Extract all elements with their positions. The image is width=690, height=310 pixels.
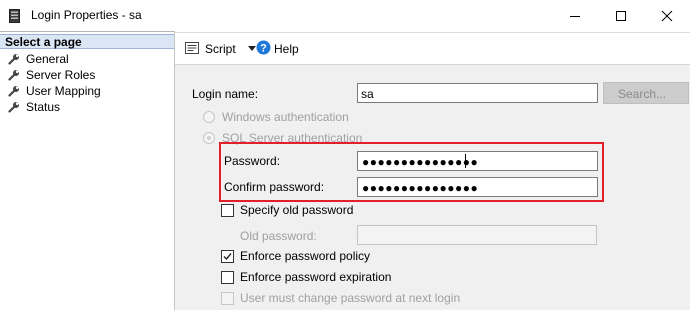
page-selector-sidebar: Select a page General Server Roles User … [0,31,174,310]
wrench-icon [8,102,19,113]
sql-auth-radio[interactable] [203,132,215,144]
windows-auth-label: Windows authentication [222,110,349,124]
help-button[interactable]: ? Help [256,40,300,58]
script-label: Script [205,42,236,56]
specify-old-password-label: Specify old password [240,203,354,217]
confirm-password-label: Confirm password: [224,180,325,194]
login-name-value: sa [361,87,374,101]
sidebar-item-label: General [26,52,69,66]
wrench-icon [8,86,19,97]
svg-text:?: ? [260,43,267,55]
password-label: Password: [224,154,281,168]
login-name-label: Login name: [192,87,259,101]
minimize-icon [570,16,580,17]
help-label: Help [274,42,299,56]
maximize-icon [616,11,626,21]
search-button-label: Search... [618,87,667,101]
help-icon: ? [256,40,271,55]
password-value: ●●●●●●●●●●●●●●● [362,155,479,169]
enforce-policy-label: Enforce password policy [240,249,371,263]
must-change-password-label: User must change password at next login [240,291,461,305]
windows-auth-radio[interactable] [203,111,215,123]
minimize-button[interactable] [552,0,598,31]
radio-selected-dot [207,136,211,140]
general-page-content: Login name: sa Search... Windows authent… [175,64,690,310]
enforce-expiration-label: Enforce password expiration [240,270,392,284]
select-page-label: Select a page [5,35,82,49]
sidebar-item-label: User Mapping [26,84,101,98]
sidebar-item-label: Status [26,100,61,114]
specify-old-password-checkbox[interactable] [221,204,234,217]
window-title: Login Properties - sa [31,8,142,22]
wrench-icon [8,54,19,65]
enforce-expiration-checkbox[interactable] [221,271,234,284]
close-icon [661,10,673,22]
old-password-input[interactable] [357,225,597,245]
wrench-icon [8,70,19,81]
confirm-password-value: ●●●●●●●●●●●●●●● [362,181,479,195]
close-button[interactable] [644,0,690,31]
server-icon [9,9,20,23]
checkmark-icon [223,253,232,261]
script-button[interactable]: Script [184,40,262,58]
confirm-password-input[interactable]: ●●●●●●●●●●●●●●● [357,177,598,197]
script-icon [185,42,199,54]
old-password-label: Old password: [240,229,317,243]
maximize-button[interactable] [598,0,644,31]
password-input[interactable]: ●●●●●●●●●●●●●●● [357,151,598,171]
search-button[interactable]: Search... [603,82,689,104]
text-caret [465,154,466,168]
select-page-header: Select a page [0,34,174,49]
enforce-policy-checkbox[interactable] [221,250,234,263]
chevron-down-icon[interactable] [248,46,256,51]
title-bar: Login Properties - sa [0,0,690,31]
login-name-input[interactable]: sa [357,83,598,103]
must-change-password-checkbox[interactable] [221,292,234,305]
sidebar-item-label: Server Roles [26,68,96,82]
toolbar: Script ? Help [175,32,690,64]
